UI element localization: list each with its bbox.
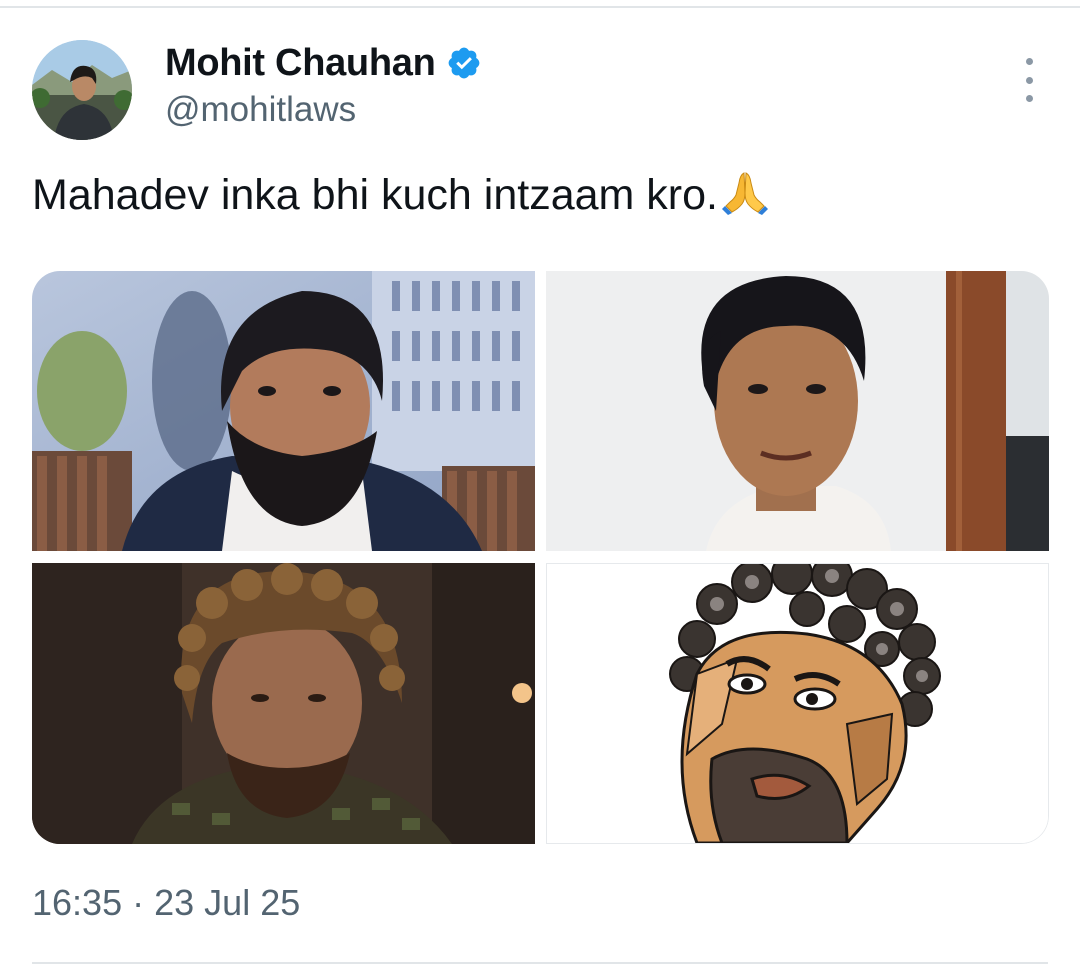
tweet-time: 16:35 <box>32 882 123 923</box>
author-display-name[interactable]: Mohit Chauhan <box>165 42 436 85</box>
photo-man-white-wall[interactable] <box>546 271 1049 551</box>
avatar[interactable] <box>32 40 132 140</box>
more-vertical-icon-dot <box>1025 95 1033 102</box>
bottom-divider <box>32 962 1048 964</box>
more-options-button[interactable] <box>1012 58 1046 102</box>
top-divider <box>0 6 1080 8</box>
illustration-curly-hair-man[interactable] <box>546 563 1049 844</box>
photo-man-curly-hair-dark[interactable] <box>32 563 535 844</box>
tweet-date: 23 Jul 25 <box>154 882 301 923</box>
more-vertical-icon <box>1025 58 1033 65</box>
tweet-body: Mahadev inka bhi kuch intzaam kro. <box>32 171 718 219</box>
tweet-text: Mahadev inka bhi kuch intzaam kro. <box>32 166 768 224</box>
author-name-row: Mohit Chauhan <box>165 40 482 86</box>
media-grid <box>32 271 1049 844</box>
tweet-timestamp[interactable]: 16:35 · 23 Jul 25 <box>32 882 300 924</box>
photo-man-beard-outdoor[interactable] <box>32 271 535 551</box>
more-vertical-icon-dot <box>1025 76 1033 84</box>
folded-hands-icon <box>721 169 768 215</box>
timestamp-separator: · <box>132 882 145 923</box>
verified-badge-icon <box>446 45 482 81</box>
author-handle[interactable]: @mohitlaws <box>165 90 356 130</box>
